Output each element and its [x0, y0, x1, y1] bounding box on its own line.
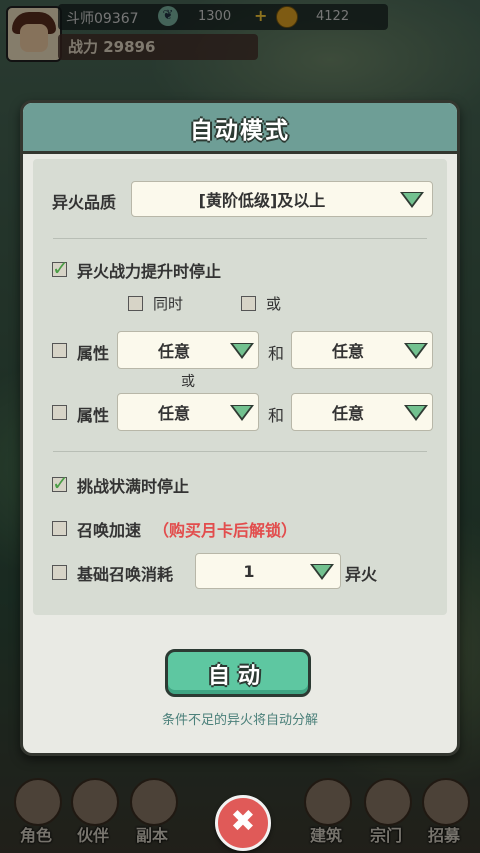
- attr-row1-checkbox[interactable]: [52, 343, 67, 358]
- rows-or-connector: 或: [181, 374, 195, 390]
- summon-speed-checkbox[interactable]: [52, 521, 67, 536]
- base-cost-unit: 异火: [345, 565, 378, 584]
- attr-row1-right-value: 任意: [331, 342, 364, 361]
- stop-on-power-up-label: 异火战力提升时停止: [77, 262, 222, 281]
- attr-row2-left-select[interactable]: 任意: [117, 393, 259, 431]
- chevron-down-icon: [310, 564, 334, 580]
- auto-hint: 条件不足的异火将自动分解: [161, 713, 318, 728]
- divider: [53, 238, 427, 239]
- or-option-checkbox[interactable]: [241, 296, 256, 311]
- attr-row2-checkbox[interactable]: [52, 405, 67, 420]
- chevron-down-icon: [404, 405, 428, 421]
- summon-speed-lock-note: （购买月卡后解锁）: [153, 521, 298, 540]
- base-cost-label: 基础召唤消耗: [77, 565, 174, 584]
- quality-value: [黄阶低级]及以上: [198, 191, 326, 210]
- auto-mode-dialog: 自动模式 异火品质 [黄阶低级]及以上 异火战力提升时停止 同时 或 属性 任意…: [20, 100, 460, 756]
- chevron-down-icon: [230, 405, 254, 421]
- dialog-header: 自动模式: [23, 103, 457, 154]
- attr-row1-connector: 和: [268, 344, 285, 363]
- stop-on-full-checkbox[interactable]: [52, 471, 69, 495]
- quality-select[interactable]: [黄阶低级]及以上: [131, 181, 433, 217]
- attr-row2-right-select[interactable]: 任意: [291, 393, 433, 431]
- attr-row2-left-value: 任意: [157, 404, 190, 423]
- divider: [53, 451, 427, 452]
- summon-speed-label: 召唤加速: [77, 521, 142, 540]
- attr-row1-right-select[interactable]: 任意: [291, 331, 433, 369]
- chevron-down-icon: [230, 343, 254, 359]
- close-button[interactable]: ✖: [215, 795, 271, 851]
- or-option-label: 或: [266, 295, 282, 313]
- settings-panel: 异火品质 [黄阶低级]及以上 异火战力提升时停止 同时 或 属性 任意 和 任意…: [33, 159, 447, 615]
- base-cost-checkbox[interactable]: [52, 565, 67, 580]
- chevron-down-icon: [404, 343, 428, 359]
- base-cost-value: 1: [243, 561, 255, 581]
- chevron-down-icon: [400, 192, 424, 208]
- attr-row2-label: 属性: [77, 406, 110, 425]
- base-cost-select[interactable]: 1: [195, 553, 341, 589]
- auto-button[interactable]: 自动: [165, 649, 311, 697]
- attr-row2-right-value: 任意: [331, 404, 364, 423]
- attr-row1-label: 属性: [77, 344, 110, 363]
- dialog-title: 自动模式: [190, 118, 290, 144]
- stop-on-full-label: 挑战状满时停止: [77, 477, 190, 496]
- attr-row1-left-value: 任意: [157, 342, 190, 361]
- stop-on-power-up-checkbox[interactable]: [52, 256, 69, 280]
- simultaneous-label: 同时: [153, 295, 184, 313]
- simultaneous-checkbox[interactable]: [128, 296, 143, 311]
- attr-row2-connector: 和: [268, 406, 285, 425]
- attr-row1-left-select[interactable]: 任意: [117, 331, 259, 369]
- quality-label: 异火品质: [52, 193, 117, 212]
- auto-button-label: 自动: [207, 664, 268, 689]
